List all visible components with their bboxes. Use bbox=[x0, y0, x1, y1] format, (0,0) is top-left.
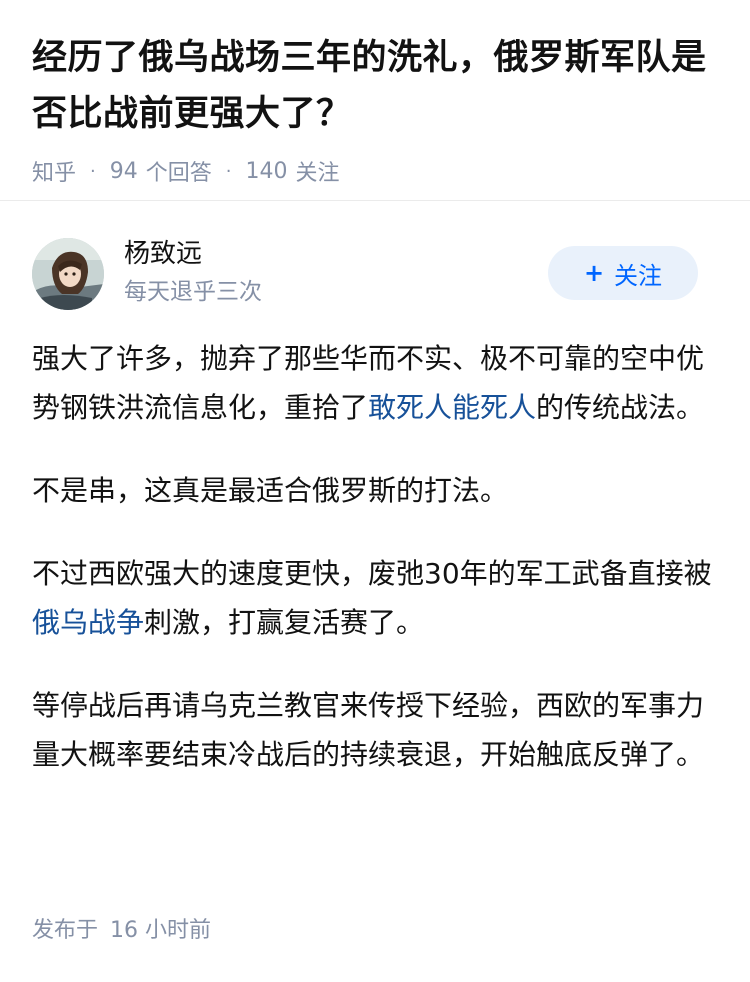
question-title[interactable]: 经历了俄乌战场三年的洗礼，俄罗斯军队是否比战前更强大了？ bbox=[32, 30, 718, 142]
follow-button-label: 关注 bbox=[614, 261, 663, 290]
answer-paragraph: 等停战后再请乌克兰教官来传授下经验，西欧的军事力量大概率要结束冷战后的持续衰退，… bbox=[32, 689, 705, 771]
answers-label[interactable]: 个回答 bbox=[146, 155, 212, 187]
follow-count-label: 关注 bbox=[295, 161, 340, 186]
divider bbox=[0, 200, 750, 201]
published-label: 发布于 bbox=[32, 918, 99, 943]
avatar[interactable] bbox=[32, 238, 104, 310]
plus-icon: + bbox=[583, 259, 605, 287]
author-card: 杨致远 每天退乎三次 + 关注 bbox=[32, 236, 718, 312]
publish-info: 发布于 16 小时前 bbox=[32, 912, 211, 944]
author-name[interactable]: 杨致远 bbox=[124, 236, 202, 272]
paragraph-text: 刺激，打赢复活赛了。 bbox=[144, 606, 425, 639]
answer-paragraph: 强大了许多，抛弃了那些华而不实、极不可靠的空中优势钢铁洪流信息化，重拾了敢死人能… bbox=[32, 334, 712, 432]
follow-button[interactable]: + 关注 bbox=[548, 246, 698, 300]
follow-count: 140 bbox=[245, 158, 288, 184]
paragraph-text: 不过西欧强大的速度更快，废弛30年的军工武备直接被 bbox=[32, 557, 712, 590]
answer-link[interactable]: 俄乌战争 bbox=[32, 606, 144, 639]
answer-content: 强大了许多，抛弃了那些华而不实、极不可靠的空中优势钢铁洪流信息化，重拾了敢死人能… bbox=[32, 334, 712, 813]
separator-dot: · bbox=[225, 160, 232, 182]
question-meta: 知乎 · 94 个回答 · 140 关注 bbox=[32, 155, 718, 187]
separator-dot: · bbox=[90, 160, 96, 182]
question-header: 经历了俄乌战场三年的洗礼，俄罗斯军队是否比战前更强大了？ 知乎 · 94 个回答… bbox=[0, 0, 750, 186]
author-bio: 每天退乎三次 bbox=[124, 279, 262, 305]
answers-count: 94 bbox=[109, 158, 138, 184]
answer-paragraph: 不是串，这真是最适合俄罗斯的打法。 bbox=[32, 474, 509, 507]
source-label[interactable]: 知乎 bbox=[32, 155, 76, 187]
answer-link[interactable]: 敢死人能死人 bbox=[368, 391, 536, 424]
published-time: 16 小时前 bbox=[110, 918, 212, 943]
answer-paragraph: 不过西欧强大的速度更快，废弛30年的军工武备直接被俄乌战争刺激，打赢复活赛了。 bbox=[32, 549, 712, 647]
paragraph-text: 的传统战法。 bbox=[536, 391, 705, 424]
